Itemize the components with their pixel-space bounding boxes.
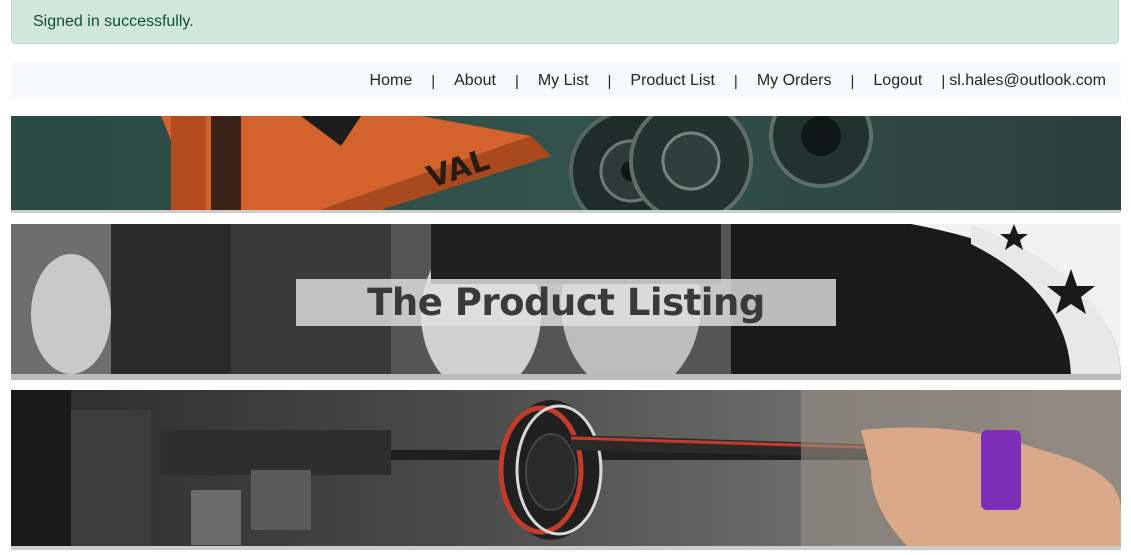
nav-separator: | <box>431 72 436 90</box>
top-navbar: Home | About | My List | Product List | … <box>11 62 1121 100</box>
nav-separator: | <box>850 72 855 90</box>
gym-floor-image: VAL <box>11 116 1121 213</box>
success-alert: Signed in successfully. <box>11 0 1119 44</box>
nav-about-link[interactable]: About <box>452 72 498 90</box>
hero-title: The Product Listing <box>367 281 765 324</box>
barbell-image <box>11 390 1121 550</box>
nav-logout-link[interactable]: Logout <box>871 72 924 90</box>
nav-my-list-link[interactable]: My List <box>536 72 591 90</box>
nav-separator: | <box>941 72 946 90</box>
nav-separator: | <box>733 72 738 90</box>
user-email: sl.hales@outlook.com <box>949 72 1106 89</box>
hero-title-box: The Product Listing <box>296 279 836 326</box>
page: Signed in successfully. Home | About | M… <box>0 0 1131 555</box>
nav-home-link[interactable]: Home <box>368 72 415 90</box>
banner-image-barbell <box>11 390 1121 550</box>
nav-separator: | <box>514 72 519 90</box>
nav-separator: | <box>607 72 612 90</box>
alert-message: Signed in successfully. <box>33 13 194 30</box>
banner-image-gym-floor: VAL <box>11 116 1121 213</box>
nav-my-orders-link[interactable]: My Orders <box>755 72 834 90</box>
nav-product-list-link[interactable]: Product List <box>628 72 716 90</box>
